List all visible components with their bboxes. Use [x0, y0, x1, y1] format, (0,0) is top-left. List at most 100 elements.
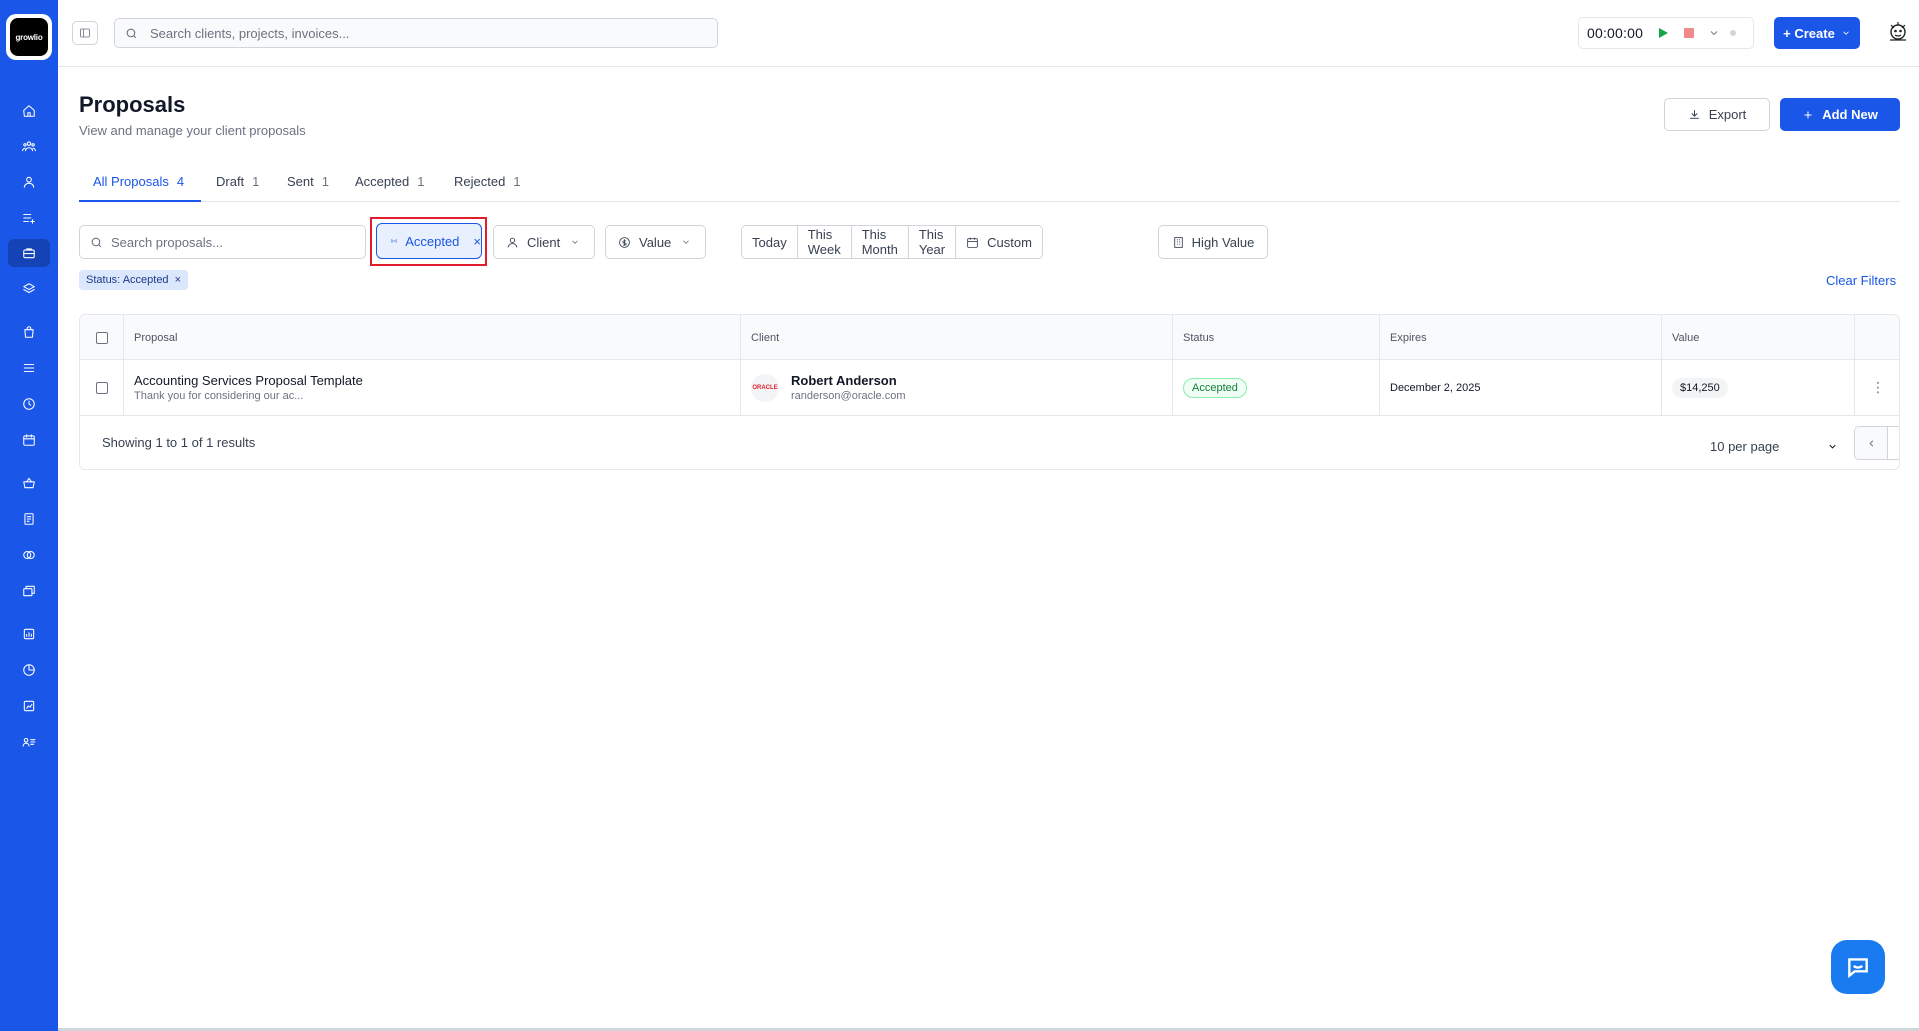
proposal-title[interactable]: Accounting Services Proposal Template [134, 373, 363, 388]
add-new-button-label: Add New [1822, 107, 1878, 122]
client-logo: ORACLE [751, 373, 779, 402]
download-icon [1689, 110, 1699, 119]
value-filter-dropdown[interactable]: Value [605, 225, 706, 259]
col-proposal[interactable]: Proposal [124, 315, 741, 360]
clear-filters-link[interactable]: Clear Filters [1826, 273, 1896, 288]
proposal-search-input[interactable] [111, 234, 351, 250]
global-search [114, 18, 718, 48]
per-page-label: 10 per page [1710, 438, 1780, 454]
sidebar-toggle-button[interactable] [72, 21, 98, 45]
value-badge: $14,250 [1672, 377, 1728, 398]
user-list-icon [22, 737, 36, 747]
sidebar-item-pie[interactable] [8, 656, 50, 684]
row-select-cell [80, 360, 124, 415]
chevron-down-icon [572, 240, 579, 244]
date-range-group: Today This Week This Month This Year Cus… [741, 225, 1043, 259]
col-status[interactable]: Status [1173, 315, 1380, 360]
range-custom[interactable]: Custom [956, 226, 1042, 258]
active-filter-tag[interactable]: Status: Accepted × [79, 270, 188, 290]
actions-cell: ⋮ [1855, 360, 1899, 415]
user-avatar[interactable] [1884, 19, 1912, 47]
select-all-cell [80, 315, 124, 360]
status-filter-label: Accepted [405, 233, 460, 249]
play-icon[interactable] [1659, 28, 1669, 38]
sidebar-item-proposals[interactable] [8, 239, 50, 267]
page-number[interactable]: 1 [1888, 427, 1899, 459]
sidebar-item-bag[interactable] [8, 318, 50, 346]
search-icon [126, 28, 137, 38]
sidebar-item-receipt[interactable] [8, 505, 50, 533]
time-tracker: 00:00:00 [1578, 17, 1754, 49]
chevron-left-icon [1869, 439, 1873, 447]
basket-icon [23, 477, 35, 489]
sidebar-item-list-add[interactable] [8, 204, 50, 232]
support-chat-button[interactable] [1831, 940, 1885, 994]
col-value[interactable]: Value [1662, 315, 1855, 360]
team-icon [22, 141, 36, 152]
calendar-icon [23, 434, 35, 446]
range-this-month[interactable]: This Month [852, 226, 909, 258]
sidebar-item-layers[interactable] [8, 275, 50, 303]
row-actions-icon[interactable]: ⋮ [1871, 379, 1885, 396]
tab-all-proposals[interactable]: All Proposals 4 [79, 172, 201, 202]
status-filter-clear-icon[interactable]: × [473, 234, 481, 249]
sidebar-item-home[interactable] [8, 97, 50, 125]
expires-cell: December 2, 2025 [1380, 360, 1662, 415]
list-add-icon [23, 213, 35, 224]
value-filter-label: Value [639, 234, 672, 250]
sidebar-item-calendar[interactable] [8, 426, 50, 454]
per-page-select[interactable]: 10 per page [1710, 434, 1844, 458]
chat-bubble-icon [1848, 958, 1868, 979]
sidebar-item-user-list[interactable] [8, 728, 50, 756]
create-button[interactable]: + Create [1774, 17, 1860, 49]
sidebar-item-bar-chart[interactable] [8, 692, 50, 720]
timer-dropdown[interactable] [1708, 27, 1720, 39]
sidebar-item-user[interactable] [8, 168, 50, 196]
active-filter-tag-label: Status: Accepted [86, 274, 169, 286]
chevron-down-icon [1843, 31, 1849, 35]
high-value-label: High Value [1191, 234, 1255, 250]
range-this-week[interactable]: This Week [798, 226, 852, 258]
pie-chart-icon [23, 664, 35, 676]
create-button-label: + Create [1783, 25, 1835, 41]
col-client[interactable]: Client [741, 315, 1173, 360]
sidebar-item-time[interactable] [8, 390, 50, 418]
sidebar-item-report[interactable] [8, 620, 50, 648]
status-filter-chip[interactable]: Accepted × [376, 223, 482, 259]
range-this-year[interactable]: This Year [909, 226, 957, 258]
broadcast-icon [391, 238, 398, 244]
high-value-filter-button[interactable]: High Value [1158, 225, 1268, 259]
sidebar-item-coins[interactable] [8, 541, 50, 569]
tab-rejected[interactable]: Rejected 1 [454, 172, 521, 202]
tab-sent[interactable]: Sent 1 [287, 172, 329, 202]
table-row[interactable]: Accounting Services Proposal Template Th… [80, 360, 1899, 416]
sidebar-item-basket[interactable] [8, 469, 50, 497]
row-checkbox[interactable] [96, 381, 108, 394]
client-filter-label: Client [527, 234, 561, 250]
coins-icon [23, 550, 35, 560]
export-button[interactable]: Export [1664, 98, 1770, 131]
sidebar-item-menu[interactable] [8, 354, 50, 382]
menu-lines-icon [23, 363, 35, 373]
global-search-input[interactable] [150, 25, 710, 41]
main-content: Proposals View and manage your client pr… [58, 67, 1919, 1031]
stop-icon[interactable] [1684, 28, 1695, 38]
sidebar-item-team[interactable] [8, 132, 50, 160]
app-logo-text: growlio [10, 18, 48, 56]
chevron-down-icon [1829, 444, 1836, 449]
tab-label: Accepted [355, 174, 410, 189]
add-new-button[interactable]: Add New [1780, 98, 1900, 131]
receipt-icon [24, 513, 34, 525]
sidebar-item-cards[interactable] [8, 577, 50, 605]
tab-draft[interactable]: Draft 1 [216, 172, 259, 202]
tab-accepted[interactable]: Accepted 1 [355, 172, 424, 202]
range-today[interactable]: Today [742, 226, 798, 258]
proposal-description: Thank you for considering our ac... [134, 390, 304, 402]
timer-status-dot-icon [1730, 30, 1737, 36]
select-all-checkbox[interactable] [96, 331, 108, 344]
prev-page-button[interactable] [1855, 427, 1889, 459]
active-filter-remove-icon[interactable]: × [175, 274, 181, 286]
client-filter-dropdown[interactable]: Client [493, 225, 595, 259]
app-logo[interactable]: growlio [6, 14, 52, 60]
col-expires[interactable]: Expires [1380, 315, 1662, 360]
